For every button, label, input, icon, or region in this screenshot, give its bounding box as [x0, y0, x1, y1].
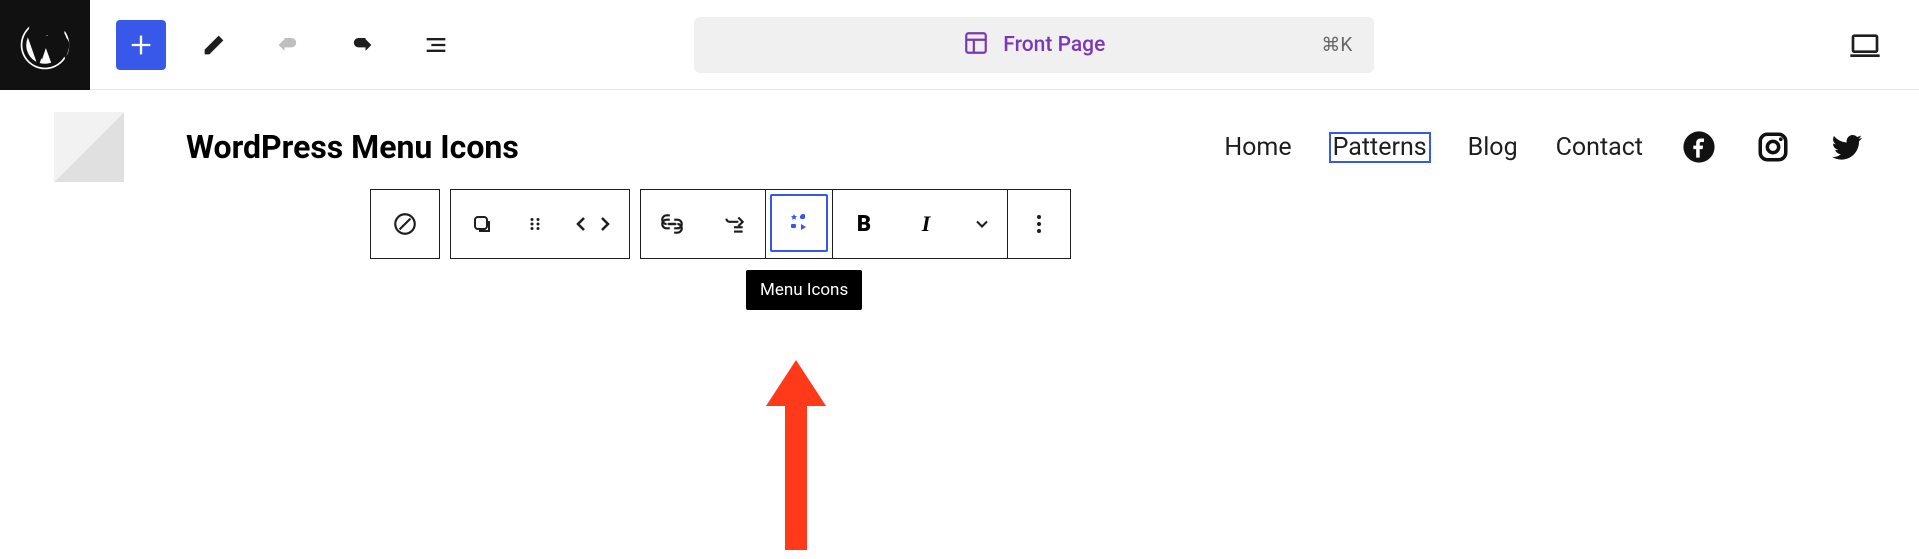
menu-icons-button[interactable] — [770, 194, 828, 252]
block-type-button[interactable] — [370, 189, 440, 259]
device-view-button[interactable] — [1839, 19, 1891, 71]
keyboard-shortcut-hint: ⌘K — [1321, 33, 1352, 56]
add-block-button[interactable] — [116, 20, 166, 70]
editor-topbar: Front Page ⌘K — [0, 0, 1919, 90]
nav-right-group: Home Patterns Blog Contact — [1224, 129, 1865, 165]
twitter-icon[interactable] — [1829, 129, 1865, 165]
command-center[interactable]: Front Page ⌘K — [694, 17, 1374, 73]
more-rich-text-button[interactable] — [957, 190, 1007, 258]
select-parent-button[interactable] — [451, 190, 513, 258]
editor-canvas: WordPress Menu Icons Home Patterns Blog … — [0, 90, 1919, 182]
redo-button[interactable] — [336, 19, 388, 71]
block-toolbar: B I — [370, 189, 1071, 259]
nav-item-patterns[interactable]: Patterns — [1330, 133, 1430, 162]
submenu-button[interactable] — [703, 190, 765, 258]
document-overview-button[interactable] — [410, 19, 462, 71]
nav-item-blog[interactable]: Blog — [1468, 133, 1518, 162]
more-options-button[interactable] — [1008, 190, 1070, 258]
block-tools-group-1 — [450, 189, 630, 259]
site-logo-placeholder[interactable] — [54, 112, 124, 182]
site-navigation-row: WordPress Menu Icons Home Patterns Blog … — [54, 112, 1865, 182]
toolbar-left-group — [90, 19, 462, 71]
site-title[interactable]: WordPress Menu Icons — [186, 128, 519, 166]
tooltip: Menu Icons — [746, 270, 862, 310]
italic-button[interactable]: I — [895, 190, 957, 258]
page-title-label: Front Page — [1003, 33, 1105, 57]
template-icon — [963, 30, 989, 60]
undo-button — [262, 19, 314, 71]
wordpress-logo[interactable] — [0, 0, 90, 90]
link-button[interactable] — [641, 190, 703, 258]
drag-handle-button[interactable] — [513, 190, 557, 258]
bold-button[interactable]: B — [833, 190, 895, 258]
move-block-button[interactable] — [557, 190, 629, 258]
block-tools-group-2: B I — [640, 189, 1071, 259]
facebook-icon[interactable] — [1681, 129, 1717, 165]
instagram-icon[interactable] — [1755, 129, 1791, 165]
nav-item-home[interactable]: Home — [1224, 133, 1291, 162]
edit-tool-button[interactable] — [188, 19, 240, 71]
annotation-arrow — [785, 400, 807, 550]
toolbar-divider — [765, 190, 766, 258]
nav-item-contact[interactable]: Contact — [1556, 133, 1643, 162]
